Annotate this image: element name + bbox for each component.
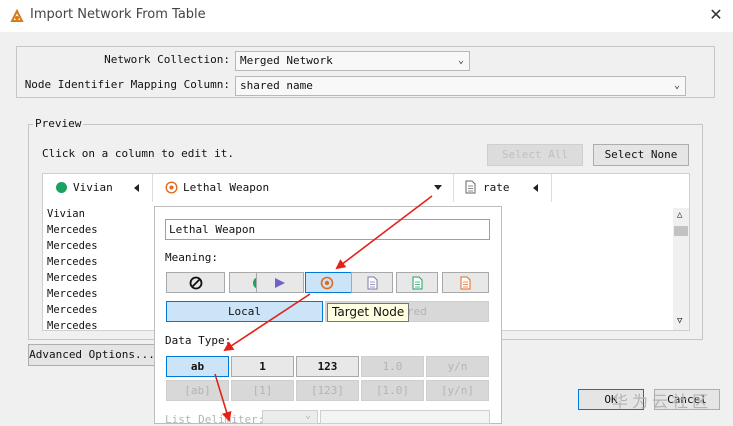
annotation-arrows [214, 195, 433, 422]
annotation-arrow [223, 293, 311, 352]
annotation-arrow [214, 373, 232, 422]
annotation-arrow [335, 195, 433, 270]
